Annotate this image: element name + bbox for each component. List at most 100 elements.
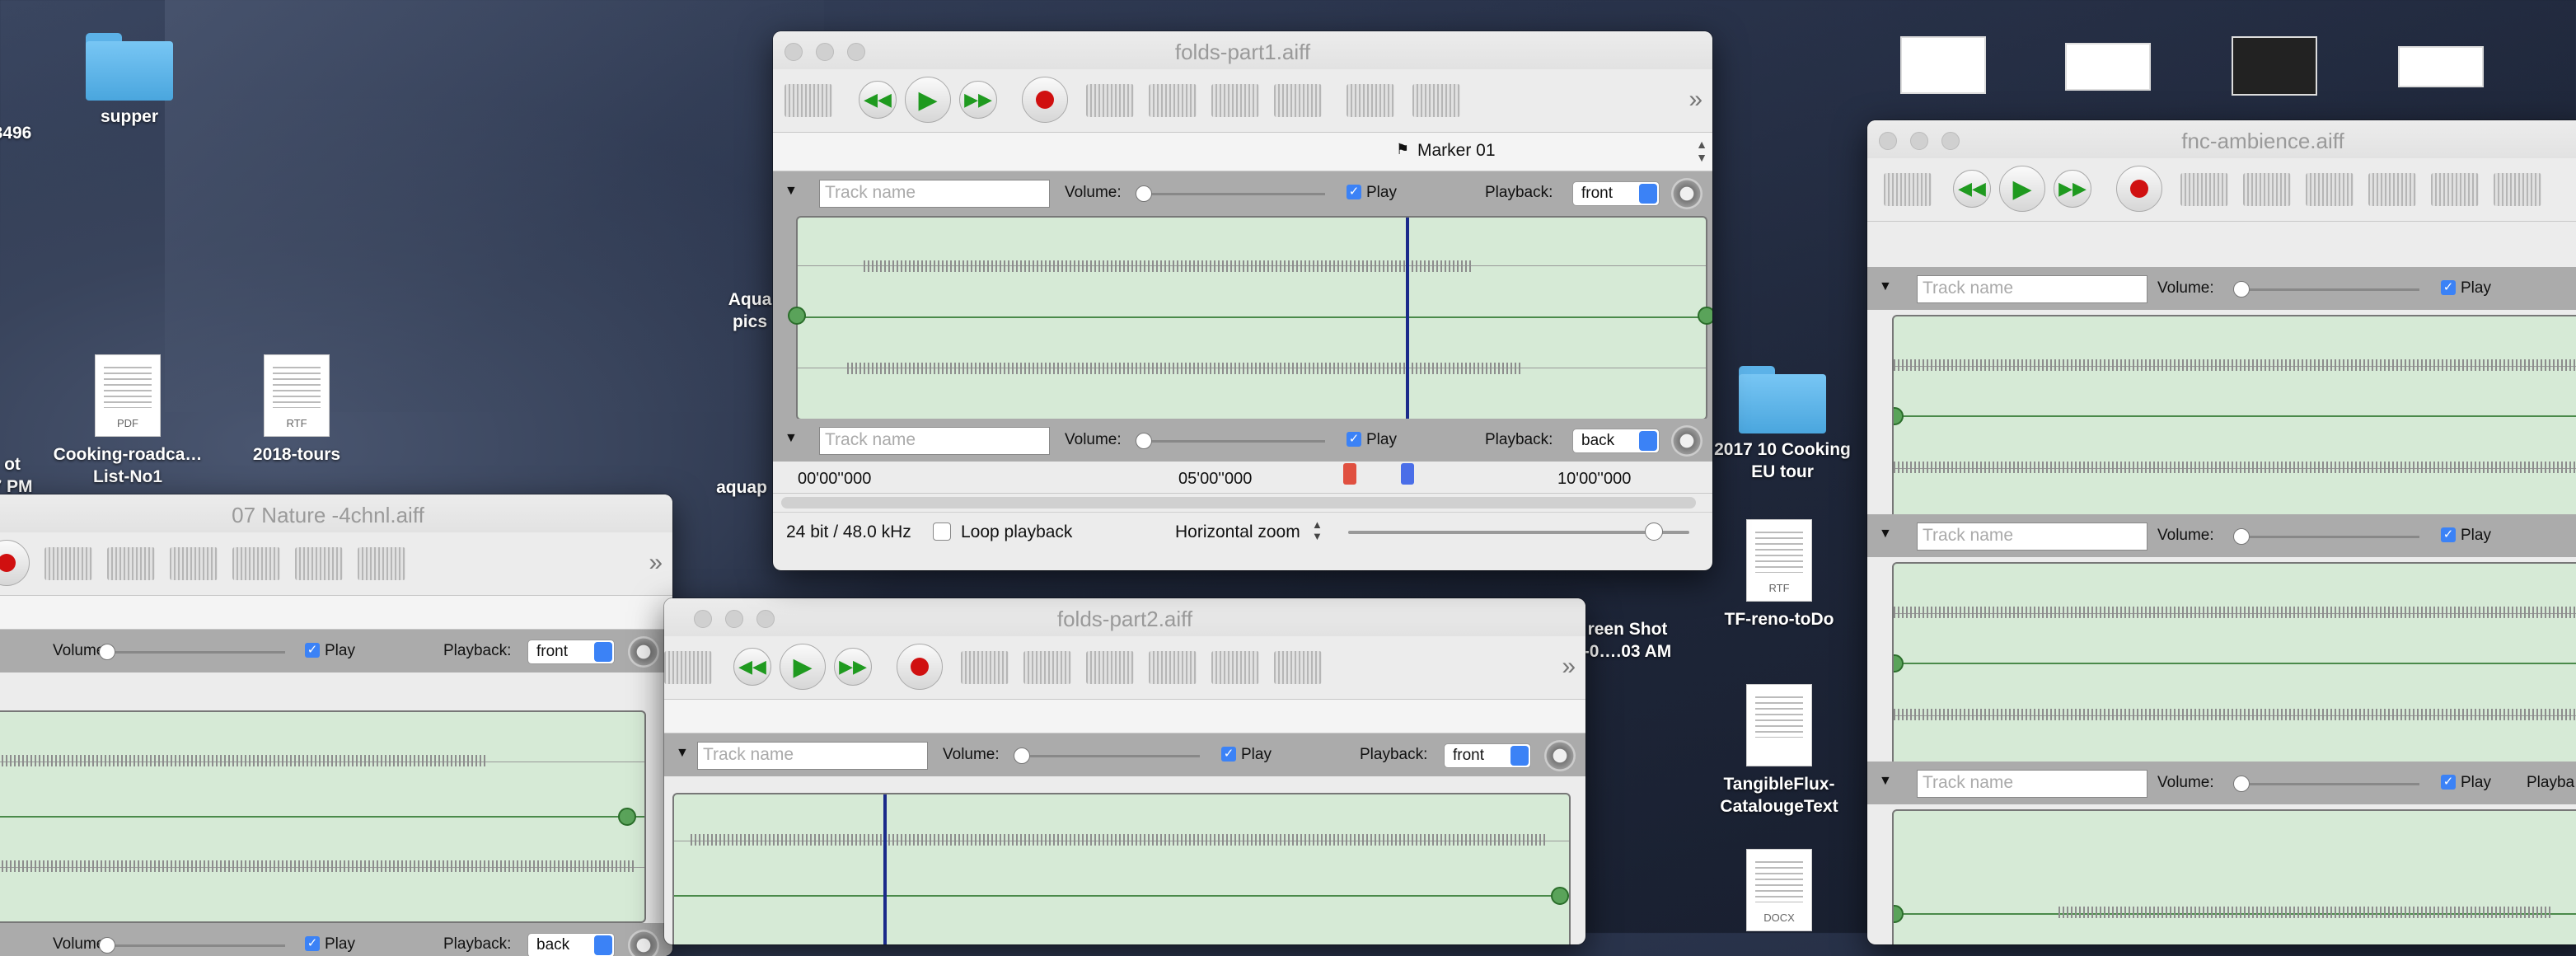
time-ruler[interactable]: 00'00''000 05'00''000 10'00''000 (773, 462, 1712, 494)
play-checkbox[interactable]: ✓ (1347, 432, 1361, 447)
rewind-button[interactable]: ◀◀ (733, 648, 771, 686)
tool-button[interactable] (44, 547, 92, 580)
desktop-file-tf-reno[interactable]: RTF TF-reno-toDo (1709, 519, 1849, 630)
play-checkbox[interactable]: ✓ (1221, 747, 1236, 762)
tool-button[interactable] (1023, 651, 1071, 684)
disclosure-triangle-icon[interactable]: ▼ (676, 746, 689, 761)
loop-playback-checkbox[interactable] (933, 523, 951, 541)
playhead[interactable] (883, 794, 887, 944)
desktop-label-fragment[interactable]: 3496 (0, 122, 41, 144)
gear-icon[interactable] (1544, 740, 1576, 771)
volume-knob[interactable] (1136, 433, 1152, 449)
waveform-view[interactable] (1892, 562, 2576, 766)
volume-slider[interactable] (1019, 755, 1200, 757)
desktop-file-2018-tours[interactable]: RTF 2018-tours (231, 354, 363, 466)
disclosure-triangle-icon[interactable]: ▼ (785, 184, 798, 199)
play-checkbox[interactable]: ✓ (2441, 280, 2456, 295)
record-button[interactable] (1022, 77, 1068, 123)
gain-handle[interactable] (788, 307, 806, 325)
volume-slider[interactable] (2238, 783, 2419, 785)
playback-select[interactable]: back (527, 933, 615, 956)
tool-button[interactable] (785, 84, 832, 117)
record-button[interactable] (897, 644, 943, 690)
volume-slider[interactable] (104, 944, 285, 947)
fast-forward-button[interactable]: ▶▶ (2054, 170, 2091, 208)
title-bar[interactable]: 07 Nature -4chnl.aiff (0, 494, 672, 532)
play-button[interactable]: ▶ (780, 644, 826, 690)
gear-icon[interactable] (1671, 178, 1703, 209)
tool-button[interactable] (170, 547, 218, 580)
play-button[interactable]: ▶ (1999, 166, 2045, 212)
rewind-button[interactable]: ◀◀ (859, 81, 897, 119)
waveform-view[interactable] (672, 793, 1571, 944)
gear-icon[interactable] (628, 930, 659, 956)
tool-button[interactable] (1347, 84, 1394, 117)
tool-button[interactable] (1086, 651, 1134, 684)
tool-button[interactable] (1412, 84, 1460, 117)
playback-select[interactable]: front (1444, 743, 1531, 768)
play-checkbox[interactable]: ✓ (305, 643, 320, 658)
disclosure-triangle-icon[interactable]: ▼ (1879, 279, 1892, 294)
playhead[interactable] (1406, 218, 1409, 419)
title-bar[interactable]: fnc-ambience.aiff (1867, 120, 2576, 158)
fast-forward-button[interactable]: ▶▶ (959, 81, 997, 119)
play-button[interactable]: ▶ (905, 77, 951, 123)
record-button[interactable] (2116, 166, 2162, 212)
playback-select[interactable]: back (1572, 429, 1660, 453)
desktop-file-tangibleflux[interactable]: TangibleFlux-CatalougeText (1703, 684, 1856, 818)
volume-slider[interactable] (2238, 536, 2419, 538)
gain-handle[interactable] (1894, 407, 1904, 425)
disclosure-triangle-icon[interactable]: ▼ (785, 431, 798, 446)
desktop-folder-supper[interactable]: supper (76, 33, 183, 128)
waveform-view[interactable] (1892, 315, 2576, 519)
title-bar[interactable]: folds-part2.aiff (664, 598, 1585, 636)
tool-button[interactable] (107, 547, 155, 580)
volume-knob[interactable] (2233, 528, 2250, 545)
track-name-input[interactable]: Track name (1917, 523, 2147, 551)
zoom-slider-knob[interactable] (1645, 523, 1663, 541)
tool-button[interactable] (2306, 173, 2354, 206)
track-name-input[interactable]: Track name (1917, 770, 2147, 798)
stepper-icon[interactable]: ▲ ▼ (1696, 138, 1707, 164)
tool-button[interactable] (1149, 651, 1197, 684)
gear-icon[interactable] (628, 636, 659, 668)
playback-select[interactable]: front (527, 640, 615, 664)
gain-handle[interactable] (1551, 887, 1569, 905)
gain-handle[interactable] (618, 808, 636, 826)
gain-handle[interactable] (1894, 905, 1904, 923)
more-chevron-icon[interactable]: » (1688, 86, 1703, 114)
rewind-button[interactable]: ◀◀ (1953, 170, 1991, 208)
tool-button[interactable] (1274, 651, 1322, 684)
more-chevron-icon[interactable]: » (1562, 653, 1576, 681)
record-button[interactable] (0, 540, 30, 586)
playhead-marker[interactable] (1401, 463, 1414, 485)
window-07-nature[interactable]: 07 Nature -4chnl.aiff » Volume: ✓ Play P… (0, 494, 672, 956)
gain-handle[interactable] (1894, 654, 1904, 672)
track-name-input[interactable]: Track name (819, 180, 1050, 208)
waveform-view[interactable] (0, 710, 646, 923)
desktop-file-docx[interactable]: DOCX (1744, 849, 1815, 938)
tool-button[interactable] (961, 651, 1009, 684)
fast-forward-button[interactable]: ▶▶ (834, 648, 872, 686)
gear-icon[interactable] (1671, 425, 1703, 457)
volume-knob[interactable] (99, 937, 115, 954)
window-fnc-ambience[interactable]: fnc-ambience.aiff ◀◀ ▶ ▶▶ ▼ Track name V… (1867, 120, 2576, 944)
tool-button[interactable] (2368, 173, 2416, 206)
tool-button[interactable] (2243, 173, 2291, 206)
track-name-input[interactable]: Track name (1917, 275, 2147, 303)
volume-knob[interactable] (1014, 747, 1030, 764)
screenshot-thumbnail[interactable] (1900, 36, 1986, 94)
marker-label[interactable]: Marker 01 (1417, 141, 1496, 161)
playback-select[interactable]: front (1572, 181, 1660, 206)
play-checkbox[interactable]: ✓ (2441, 527, 2456, 542)
tool-button[interactable] (1211, 651, 1259, 684)
waveform-view[interactable] (796, 216, 1707, 420)
volume-knob[interactable] (2233, 776, 2250, 792)
volume-slider[interactable] (104, 651, 285, 654)
waveform-view[interactable] (1892, 809, 2576, 944)
tool-button[interactable] (1211, 84, 1259, 117)
tool-button[interactable] (664, 651, 712, 684)
zoom-slider[interactable] (1348, 531, 1689, 534)
track-name-input[interactable]: Track name (697, 742, 928, 770)
disclosure-triangle-icon[interactable]: ▼ (1879, 774, 1892, 789)
